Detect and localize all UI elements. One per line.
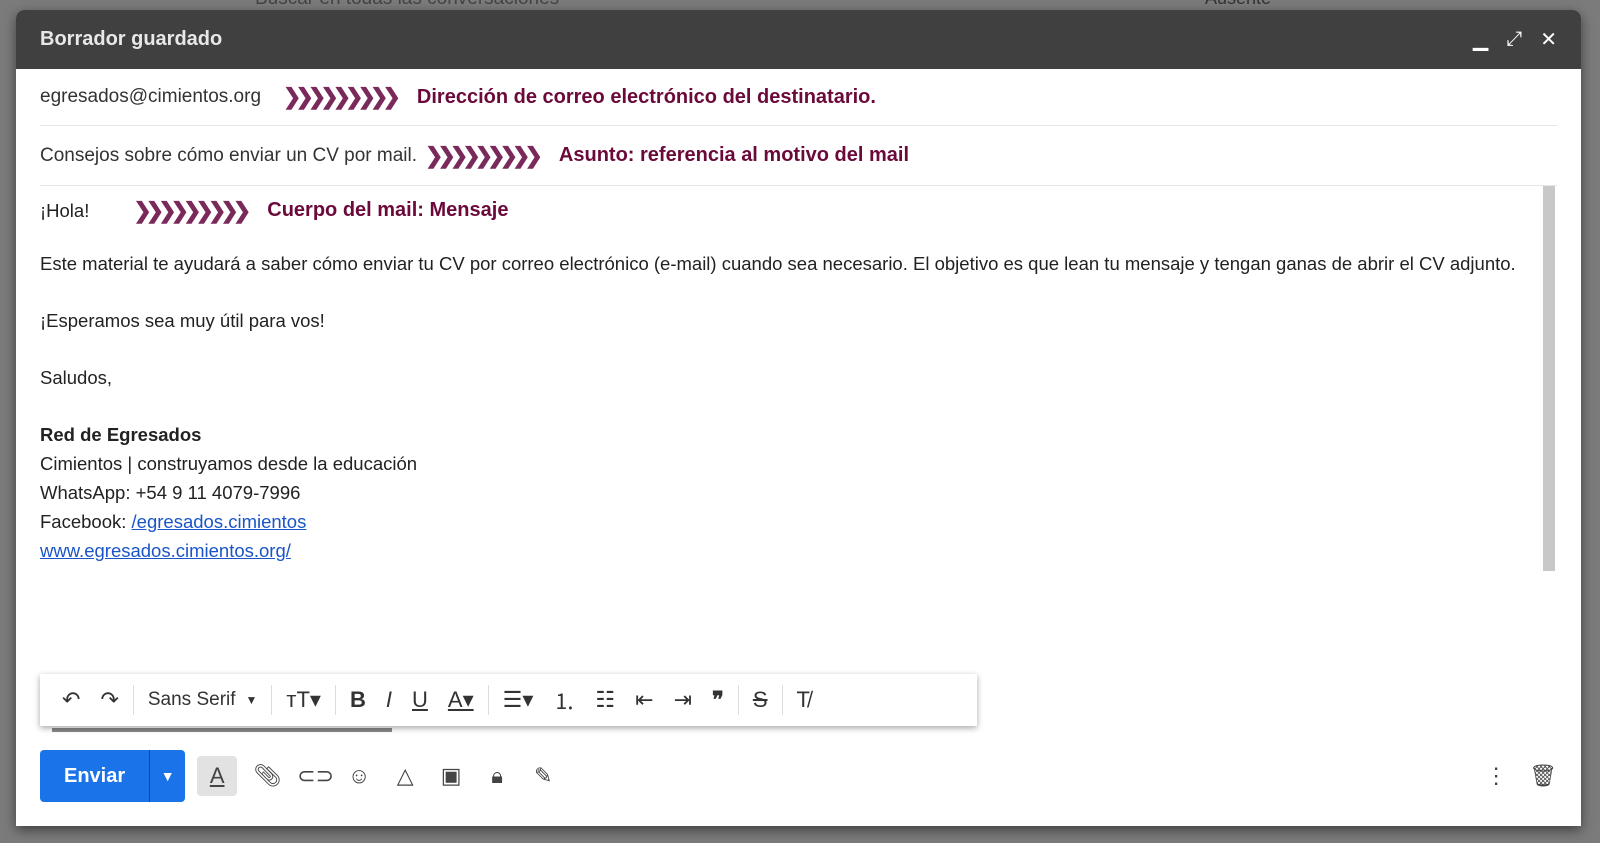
status-chip: Ausente (1205, 0, 1271, 9)
to-field[interactable]: egresados@cimientos.org (40, 86, 261, 108)
divider (132, 685, 134, 715)
arrows-icon: ❯❯❯❯❯❯❯❯❯ (133, 198, 251, 223)
signature-org: Cimientos | construyamos desde la educac… (40, 453, 418, 474)
link-icon[interactable]: ⊂⊃ (297, 763, 334, 789)
indent-less-icon[interactable]: ⇤ (635, 687, 653, 713)
divider (487, 685, 489, 715)
formatting-options-icon[interactable]: A (197, 756, 238, 796)
emoji-icon[interactable]: ☺ (343, 763, 375, 789)
to-row[interactable]: egresados@cimientos.org ❯❯❯❯❯❯❯❯❯ Direcc… (40, 69, 1557, 126)
facebook-link[interactable]: /egresados.cimientos (132, 511, 307, 532)
send-button[interactable]: Enviar (40, 750, 149, 802)
regards: Saludos, (40, 367, 112, 388)
compose-window: Borrador guardado ▁ ⤢ ✕ egresados@cimien… (16, 10, 1581, 826)
undo-icon[interactable]: ↶ (62, 687, 80, 713)
subject-row[interactable]: Consejos sobre cómo enviar un CV por mai… (40, 126, 1557, 186)
chevron-down-icon[interactable]: ▼ (246, 693, 258, 707)
formatting-toolbar: ↶ ↷ Sans Serif ▼ ᴛT▾ B I U A▾ ☰▾ ⒈ ☷ ⇤ ⇥… (40, 674, 977, 726)
text-size-icon[interactable]: ᴛT▾ (286, 687, 321, 713)
facebook-label: Facebook: (40, 511, 132, 532)
arrows-icon: ❯❯❯❯❯❯❯❯❯ (425, 142, 543, 168)
trash-icon[interactable]: 🗑︎ (1529, 763, 1557, 789)
drive-icon[interactable]: △ (389, 763, 421, 789)
signature-logo (52, 728, 392, 732)
closing-line: ¡Esperamos sea muy útil para vos! (40, 310, 325, 331)
confidential-mode-icon[interactable]: 🔒︎ (481, 763, 513, 789)
greeting: ¡Hola! (40, 200, 90, 221)
signature-whatsapp: WhatsApp: +54 9 11 4079-7996 (40, 482, 301, 503)
to-annotation: Dirección de correo electrónico del dest… (416, 85, 876, 108)
bold-icon[interactable]: B (350, 687, 366, 713)
body-paragraph: Este material te ayudará a saber cómo en… (40, 253, 1516, 274)
divider (781, 685, 783, 715)
body-annotation: Cuerpo del mail: Mensaje (267, 199, 509, 221)
send-options-chevron-icon[interactable]: ▼ (149, 750, 185, 802)
scrollbar[interactable] (1543, 186, 1555, 571)
signature-name: Red de Egresados (40, 424, 202, 445)
italic-icon[interactable]: I (386, 687, 392, 713)
numbered-list-icon[interactable]: ⒈ (553, 684, 575, 716)
align-icon[interactable]: ☰▾ (503, 687, 534, 713)
signature-pen-icon[interactable]: ✎ (527, 763, 559, 789)
more-options-icon[interactable]: ⋮ (1485, 763, 1507, 789)
signature: Red de Egresados Cimientos | construyamo… (40, 420, 1531, 565)
remove-formatting-icon[interactable]: T̸ (797, 687, 810, 713)
arrows-icon: ❯❯❯❯❯❯❯❯❯ (283, 84, 401, 109)
window-title: Borrador guardado (40, 28, 223, 50)
attach-icon[interactable]: 📎︎ (251, 763, 283, 789)
text-color-icon[interactable]: A▾ (448, 687, 474, 713)
message-body[interactable]: ¡Hola! ❯❯❯❯❯❯❯❯❯ Cuerpo del mail: Mensaj… (40, 186, 1531, 565)
close-icon[interactable]: ✕ (1540, 27, 1557, 52)
search-placeholder: Buscar en todas las conversaciones (255, 0, 559, 10)
divider (334, 685, 336, 715)
font-select[interactable]: Sans Serif (148, 689, 236, 711)
divider (737, 685, 739, 715)
indent-more-icon[interactable]: ⇥ (674, 687, 692, 713)
redo-icon[interactable]: ↷ (100, 687, 118, 713)
photo-icon[interactable]: ▣ (435, 763, 467, 789)
compose-footer: Enviar ▼ A 📎︎ ⊂⊃ ☺ △ ▣ 🔒︎ ✎ ⋮ 🗑︎ (40, 750, 1557, 802)
bulleted-list-icon[interactable]: ☷ (595, 687, 615, 713)
subject-annotation: Asunto: referencia al motivo del mail (558, 144, 910, 166)
underline-icon[interactable]: U (412, 687, 428, 713)
website-link[interactable]: www.egresados.cimientos.org/ (40, 540, 291, 561)
subject-field[interactable]: Consejos sobre cómo enviar un CV por mai… (40, 145, 417, 167)
send-button-group: Enviar ▼ (40, 750, 186, 802)
quote-icon[interactable]: ❞ (712, 687, 724, 713)
exit-fullscreen-icon[interactable]: ⤢ (1506, 28, 1522, 51)
minimize-icon[interactable]: ▁ (1473, 27, 1488, 52)
divider (271, 685, 273, 715)
compose-header: Borrador guardado ▁ ⤢ ✕ (16, 10, 1581, 69)
strikethrough-icon[interactable]: S (753, 687, 768, 713)
